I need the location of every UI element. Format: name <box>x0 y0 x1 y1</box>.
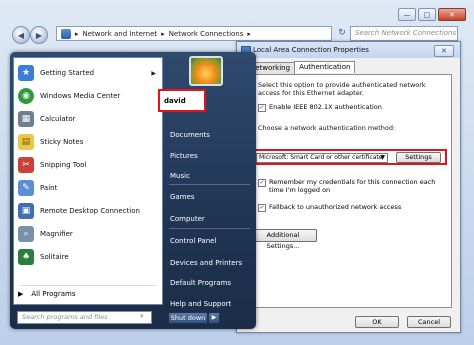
programs-pane: ★ Getting Started ▶ ◉ Windows Media Cent… <box>13 57 163 305</box>
user-name-highlight[interactable]: david <box>158 89 206 112</box>
network-icon <box>61 28 71 39</box>
program-label: Snipping Tool <box>40 161 87 169</box>
method-label: Choose a network authentication method: <box>258 124 396 132</box>
settings-button[interactable]: Settings <box>396 152 441 163</box>
place-help-and-support[interactable]: Help and Support <box>170 300 231 308</box>
window-controls: — □ ✕ <box>398 8 466 21</box>
forward-button[interactable]: ▶ <box>30 26 48 44</box>
all-programs-label: All Programs <box>31 290 76 298</box>
tab-authentication[interactable]: Authentication <box>294 61 356 73</box>
all-programs-button[interactable]: ▶ All Programs <box>18 290 75 298</box>
place-control-panel[interactable]: Control Panel <box>170 237 216 245</box>
media-center-icon: ◉ <box>18 88 34 104</box>
remote-desktop-icon: ▣ <box>18 203 34 219</box>
solitaire-icon: ♠ <box>18 249 34 265</box>
remember-credentials-label: Remember my credentials for this connect… <box>269 178 436 194</box>
intro-text: Select this option to provide authentica… <box>258 81 426 97</box>
user-avatar[interactable] <box>189 56 223 86</box>
program-label: Windows Media Center <box>40 92 121 100</box>
program-calculator[interactable]: ▦ Calculator <box>18 108 160 130</box>
program-remote-desktop[interactable]: ▣ Remote Desktop Connection <box>18 200 160 222</box>
connection-properties-dialog: Local Area Connection Properties ✕ Netwo… <box>236 41 461 333</box>
dialog-close-button[interactable]: ✕ <box>434 45 454 57</box>
program-label: Paint <box>40 184 58 192</box>
place-documents[interactable]: Documents <box>170 131 210 139</box>
snipping-tool-icon: ✂ <box>18 157 34 173</box>
method-highlight-box: Microsoft: Smart Card or other certifica… <box>251 149 447 165</box>
program-label: Solitaire <box>40 253 69 261</box>
place-devices-and-printers[interactable]: Devices and Printers <box>170 259 242 267</box>
program-snipping-tool[interactable]: ✂ Snipping Tool <box>18 154 160 176</box>
breadcrumb-network-connections[interactable]: Network Connections <box>169 30 244 38</box>
paint-icon: ✎ <box>18 180 34 196</box>
getting-started-icon: ★ <box>18 65 34 81</box>
authentication-panel: Select this option to provide authentica… <box>245 74 452 308</box>
dialog-title-bar: Local Area Connection Properties ✕ <box>237 42 460 58</box>
refresh-icon[interactable]: ↻ <box>336 26 348 41</box>
submenu-arrow-icon: ▶ <box>151 69 156 77</box>
program-solitaire[interactable]: ♠ Solitaire <box>18 246 160 268</box>
cancel-button[interactable]: Cancel <box>407 316 451 328</box>
program-getting-started[interactable]: ★ Getting Started ▶ <box>18 62 160 84</box>
fallback-label: Fallback to unauthorized network access <box>269 203 402 211</box>
auth-method-value: Microsoft: Smart Card or other certifica… <box>259 154 383 161</box>
program-magnifier[interactable]: ⌕ Magnifier <box>18 223 160 245</box>
sticky-notes-icon: ▤ <box>18 134 34 150</box>
search-icon[interactable]: ⌕ <box>140 312 144 321</box>
maximize-button[interactable]: □ <box>418 8 436 21</box>
program-label: Getting Started <box>40 69 95 77</box>
divider <box>20 285 156 286</box>
program-sticky-notes[interactable]: ▤ Sticky Notes <box>18 131 160 153</box>
enable-8021x-label: Enable IEEE 802.1X authentication <box>269 103 382 111</box>
dropdown-arrow-icon: ▼ <box>380 154 385 161</box>
program-label: Calculator <box>40 115 76 123</box>
explorer-search-input[interactable]: Search Network Connections <box>350 26 458 41</box>
close-button[interactable]: ✕ <box>438 8 466 21</box>
program-paint[interactable]: ✎ Paint <box>18 177 160 199</box>
breadcrumb-separator: ▸ <box>75 29 79 38</box>
calculator-icon: ▦ <box>18 111 34 127</box>
ok-button[interactable]: OK <box>355 316 399 328</box>
program-windows-media-center[interactable]: ◉ Windows Media Center <box>18 85 160 107</box>
additional-settings-button[interactable]: Additional Settings... <box>249 229 317 250</box>
program-label: Remote Desktop Connection <box>40 207 140 215</box>
program-label: Sticky Notes <box>40 138 84 146</box>
magnifier-icon: ⌕ <box>18 226 34 242</box>
user-name: david <box>164 97 186 105</box>
shutdown-options-arrow-icon[interactable]: ▶ <box>208 312 220 324</box>
remember-credentials-checkbox[interactable]: ✓ Remember my credentials for this conne… <box>258 178 448 194</box>
place-default-programs[interactable]: Default Programs <box>170 279 231 287</box>
auth-method-select[interactable]: Microsoft: Smart Card or other certifica… <box>256 153 388 163</box>
place-pictures[interactable]: Pictures <box>170 152 198 160</box>
minimize-button[interactable]: — <box>398 8 416 21</box>
back-button[interactable]: ◀ <box>12 26 30 44</box>
divider <box>169 228 250 229</box>
breadcrumb-network-and-internet[interactable]: Network and Internet <box>83 30 158 38</box>
start-menu: ★ Getting Started ▶ ◉ Windows Media Cent… <box>10 52 256 329</box>
shutdown-button[interactable]: Shut down <box>168 312 208 324</box>
divider <box>169 184 250 185</box>
start-search-input[interactable]: Search programs and files <box>17 311 152 324</box>
fallback-checkbox[interactable]: ✓ Fallback to unauthorized network acces… <box>258 203 401 212</box>
all-programs-arrow-icon: ▶ <box>18 290 24 298</box>
place-music[interactable]: Music <box>170 172 190 180</box>
program-label: Magnifier <box>40 230 73 238</box>
checkbox-checked[interactable]: ✓ <box>258 204 266 212</box>
dialog-title: Local Area Connection Properties <box>253 46 369 54</box>
dialog-tabs: Networking Authentication <box>245 61 356 74</box>
navigation-bar: ◀ ▶ ▸ Network and Internet ▸ Network Con… <box>12 23 462 44</box>
checkbox-checked[interactable]: ✓ <box>258 179 266 187</box>
breadcrumb-separator: ▸ <box>247 29 251 38</box>
place-computer[interactable]: Computer <box>170 215 205 223</box>
checkbox-checked[interactable]: ✓ <box>258 104 266 112</box>
address-bar[interactable]: ▸ Network and Internet ▸ Network Connect… <box>56 26 332 41</box>
enable-8021x-checkbox[interactable]: ✓ Enable IEEE 802.1X authentication <box>258 103 382 112</box>
place-games[interactable]: Games <box>170 193 195 201</box>
breadcrumb-separator: ▸ <box>161 29 165 38</box>
